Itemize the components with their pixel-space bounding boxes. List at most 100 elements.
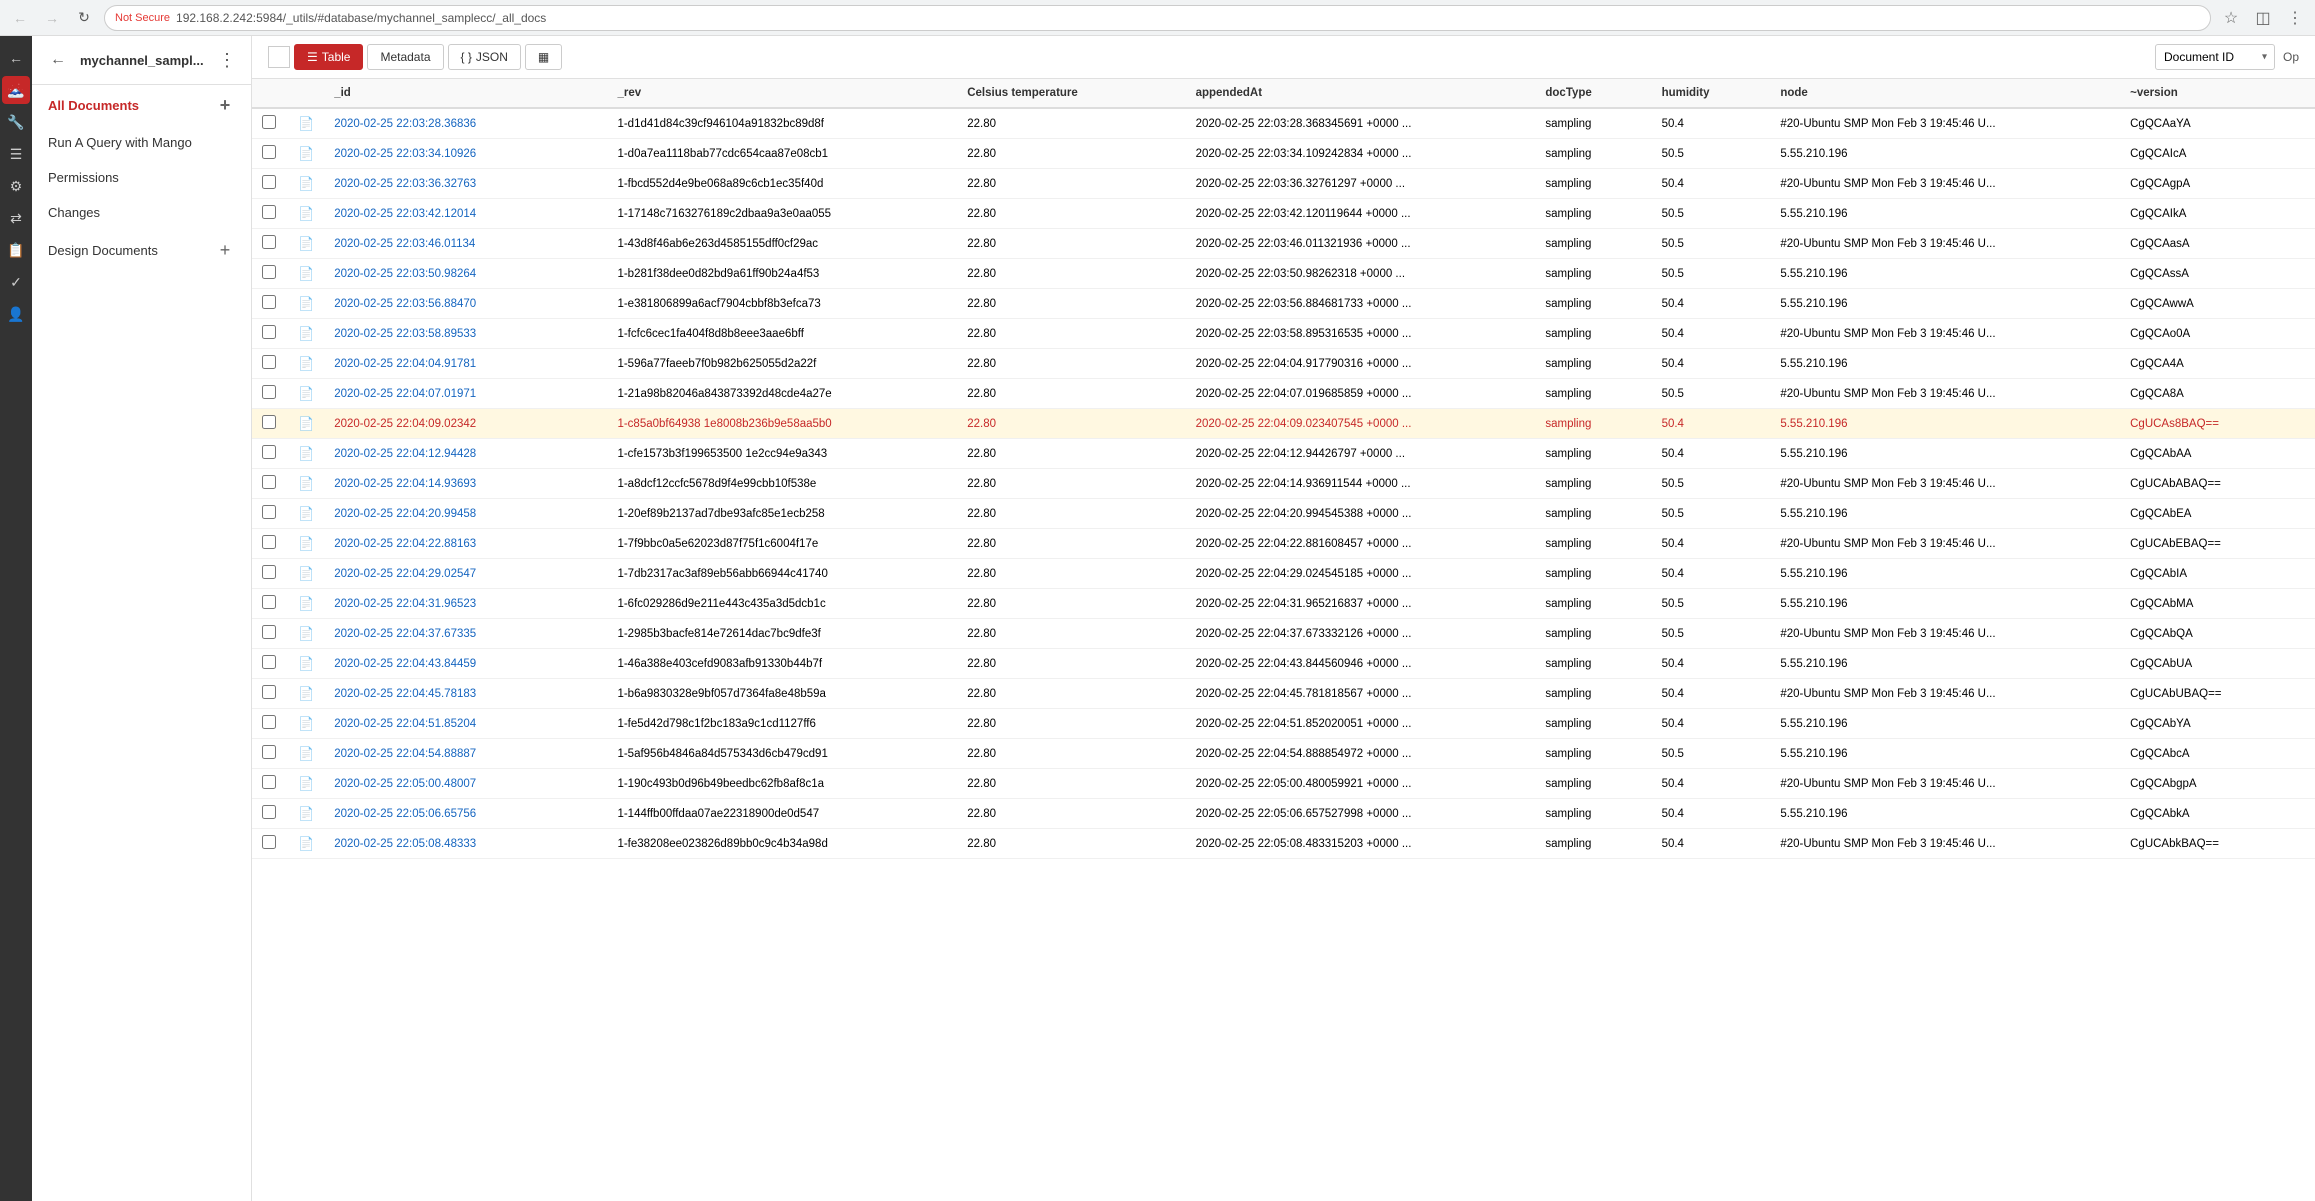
forward-button[interactable]: →	[40, 6, 64, 30]
col-celsius[interactable]: Celsius temperature	[957, 79, 1185, 108]
col-id[interactable]: _id	[324, 79, 607, 108]
table-row[interactable]: 📄 2020-02-25 22:04:22.88163 1-7f9bbc0a5e…	[252, 529, 2315, 559]
table-row[interactable]: 📄 2020-02-25 22:03:56.88470 1-e381806899…	[252, 289, 2315, 319]
row-id[interactable]: 2020-02-25 22:04:43.84459	[324, 649, 607, 679]
row-id[interactable]: 2020-02-25 22:04:51.85204	[324, 709, 607, 739]
row-id[interactable]: 2020-02-25 22:03:50.98264	[324, 259, 607, 289]
table-view-button[interactable]: ☰ Table	[294, 44, 363, 70]
row-id[interactable]: 2020-02-25 22:03:28.36836	[324, 108, 607, 139]
row-id[interactable]: 2020-02-25 22:03:58.89533	[324, 319, 607, 349]
row-id[interactable]: 2020-02-25 22:03:34.10926	[324, 139, 607, 169]
row-checkbox[interactable]	[262, 745, 276, 759]
sidebar-back-button[interactable]: ←	[44, 46, 72, 74]
row-checkbox[interactable]	[262, 595, 276, 609]
row-checkbox[interactable]	[262, 685, 276, 699]
table-row[interactable]: 📄 2020-02-25 22:03:42.12014 1-17148c7163…	[252, 199, 2315, 229]
row-checkbox[interactable]	[262, 355, 276, 369]
sidebar-menu-button[interactable]: ⋮	[215, 48, 239, 72]
row-id[interactable]: 2020-02-25 22:04:04.91781	[324, 349, 607, 379]
row-checkbox[interactable]	[262, 445, 276, 459]
row-id[interactable]: 2020-02-25 22:04:20.99458	[324, 499, 607, 529]
row-checkbox[interactable]	[262, 235, 276, 249]
col-appendedat[interactable]: appendedAt	[1186, 79, 1536, 108]
select-all-checkbox[interactable]	[268, 46, 290, 68]
address-bar[interactable]: Not Secure 192.168.2.242:5984/_utils/#da…	[104, 5, 2211, 31]
row-id[interactable]: 2020-02-25 22:04:22.88163	[324, 529, 607, 559]
table-row[interactable]: 📄 2020-02-25 22:03:50.98264 1-b281f38dee…	[252, 259, 2315, 289]
json-view-button[interactable]: { } JSON	[448, 44, 521, 70]
table-row[interactable]: 📄 2020-02-25 22:05:08.48333 1-fe38208ee0…	[252, 829, 2315, 859]
table-row[interactable]: 📄 2020-02-25 22:03:46.01134 1-43d8f46ab6…	[252, 229, 2315, 259]
table-row[interactable]: 📄 2020-02-25 22:04:29.02547 1-7db2317ac3…	[252, 559, 2315, 589]
row-id[interactable]: 2020-02-25 22:04:07.01971	[324, 379, 607, 409]
metadata-view-button[interactable]: Metadata	[367, 44, 443, 70]
row-checkbox[interactable]	[262, 535, 276, 549]
row-checkbox[interactable]	[262, 115, 276, 129]
chrome-menu-button[interactable]: ⋮	[2283, 6, 2307, 30]
sidebar-item-run-query[interactable]: Run A Query with Mango	[32, 125, 251, 160]
row-id[interactable]: 2020-02-25 22:03:42.12014	[324, 199, 607, 229]
sidebar-item-permissions[interactable]: Permissions	[32, 160, 251, 195]
extensions-button[interactable]: ◫	[2251, 6, 2275, 30]
table-row[interactable]: 📄 2020-02-25 22:04:07.01971 1-21a98b8204…	[252, 379, 2315, 409]
row-checkbox[interactable]	[262, 205, 276, 219]
row-checkbox[interactable]	[262, 145, 276, 159]
table-row[interactable]: 📄 2020-02-25 22:04:45.78183 1-b6a9830328…	[252, 679, 2315, 709]
col-rev[interactable]: _rev	[607, 79, 957, 108]
rail-icon-arrows[interactable]: ⇄	[2, 204, 30, 232]
col-node[interactable]: node	[1770, 79, 2120, 108]
row-id[interactable]: 2020-02-25 22:04:09.02342	[324, 409, 607, 439]
row-id[interactable]: 2020-02-25 22:03:46.01134	[324, 229, 607, 259]
rail-icon-gear[interactable]: ⚙	[2, 172, 30, 200]
table-row[interactable]: 📄 2020-02-25 22:03:58.89533 1-fcfc6cec1f…	[252, 319, 2315, 349]
table-row[interactable]: 📄 2020-02-25 22:04:12.94428 1-cfe1573b3f…	[252, 439, 2315, 469]
row-checkbox[interactable]	[262, 715, 276, 729]
row-checkbox[interactable]	[262, 385, 276, 399]
row-id[interactable]: 2020-02-25 22:04:12.94428	[324, 439, 607, 469]
col-doctype[interactable]: docType	[1535, 79, 1651, 108]
row-id[interactable]: 2020-02-25 22:04:45.78183	[324, 679, 607, 709]
row-checkbox[interactable]	[262, 625, 276, 639]
table-row[interactable]: 📄 2020-02-25 22:05:06.65756 1-144ffb00ff…	[252, 799, 2315, 829]
row-id[interactable]: 2020-02-25 22:05:08.48333	[324, 829, 607, 859]
row-checkbox[interactable]	[262, 475, 276, 489]
table-row[interactable]: 📄 2020-02-25 22:04:04.91781 1-596a77faee…	[252, 349, 2315, 379]
col-version[interactable]: ~version	[2120, 79, 2315, 108]
row-id[interactable]: 2020-02-25 22:03:36.32763	[324, 169, 607, 199]
table-row[interactable]: 📄 2020-02-25 22:04:37.67335 1-2985b3bacf…	[252, 619, 2315, 649]
table-row[interactable]: 📄 2020-02-25 22:03:36.32763 1-fbcd552d4e…	[252, 169, 2315, 199]
row-checkbox[interactable]	[262, 325, 276, 339]
rail-icon-back[interactable]: ←	[2, 44, 30, 72]
table-row[interactable]: 📄 2020-02-25 22:04:51.85204 1-fe5d42d798…	[252, 709, 2315, 739]
row-checkbox[interactable]	[262, 175, 276, 189]
row-id[interactable]: 2020-02-25 22:03:56.88470	[324, 289, 607, 319]
row-id[interactable]: 2020-02-25 22:04:29.02547	[324, 559, 607, 589]
sidebar-item-all-documents[interactable]: All Documents +	[32, 85, 251, 125]
row-checkbox[interactable]	[262, 775, 276, 789]
rail-icon-person[interactable]: 👤	[2, 300, 30, 328]
sidebar-item-design-docs[interactable]: Design Documents +	[32, 230, 251, 270]
row-checkbox[interactable]	[262, 505, 276, 519]
row-id[interactable]: 2020-02-25 22:04:31.96523	[324, 589, 607, 619]
reload-button[interactable]: ↻	[72, 6, 96, 30]
table-row[interactable]: 📄 2020-02-25 22:03:28.36836 1-d1d41d84c3…	[252, 108, 2315, 139]
table-row[interactable]: 📄 2020-02-25 22:04:14.93693 1-a8dcf12ccf…	[252, 469, 2315, 499]
rail-icon-database[interactable]: 🗻	[2, 76, 30, 104]
row-id[interactable]: 2020-02-25 22:04:54.88887	[324, 739, 607, 769]
back-button[interactable]: ←	[8, 6, 32, 30]
row-checkbox[interactable]	[262, 415, 276, 429]
row-checkbox[interactable]	[262, 805, 276, 819]
row-id[interactable]: 2020-02-25 22:04:37.67335	[324, 619, 607, 649]
rail-icon-wrench[interactable]: 🔧	[2, 108, 30, 136]
row-id[interactable]: 2020-02-25 22:04:14.93693	[324, 469, 607, 499]
table-row[interactable]: 📄 2020-02-25 22:04:31.96523 1-6fc029286d…	[252, 589, 2315, 619]
table-row[interactable]: 📄 2020-02-25 22:04:20.99458 1-20ef89b213…	[252, 499, 2315, 529]
doc-id-select[interactable]: Document ID	[2155, 44, 2275, 70]
row-id[interactable]: 2020-02-25 22:05:06.65756	[324, 799, 607, 829]
table-row[interactable]: 📄 2020-02-25 22:03:34.10926 1-d0a7ea1118…	[252, 139, 2315, 169]
row-checkbox[interactable]	[262, 265, 276, 279]
table-row[interactable]: 📄 2020-02-25 22:05:00.48007 1-190c493b0d…	[252, 769, 2315, 799]
sidebar-item-changes[interactable]: Changes	[32, 195, 251, 230]
table-row[interactable]: 📄 2020-02-25 22:04:54.88887 1-5af956b484…	[252, 739, 2315, 769]
star-button[interactable]: ☆	[2219, 6, 2243, 30]
